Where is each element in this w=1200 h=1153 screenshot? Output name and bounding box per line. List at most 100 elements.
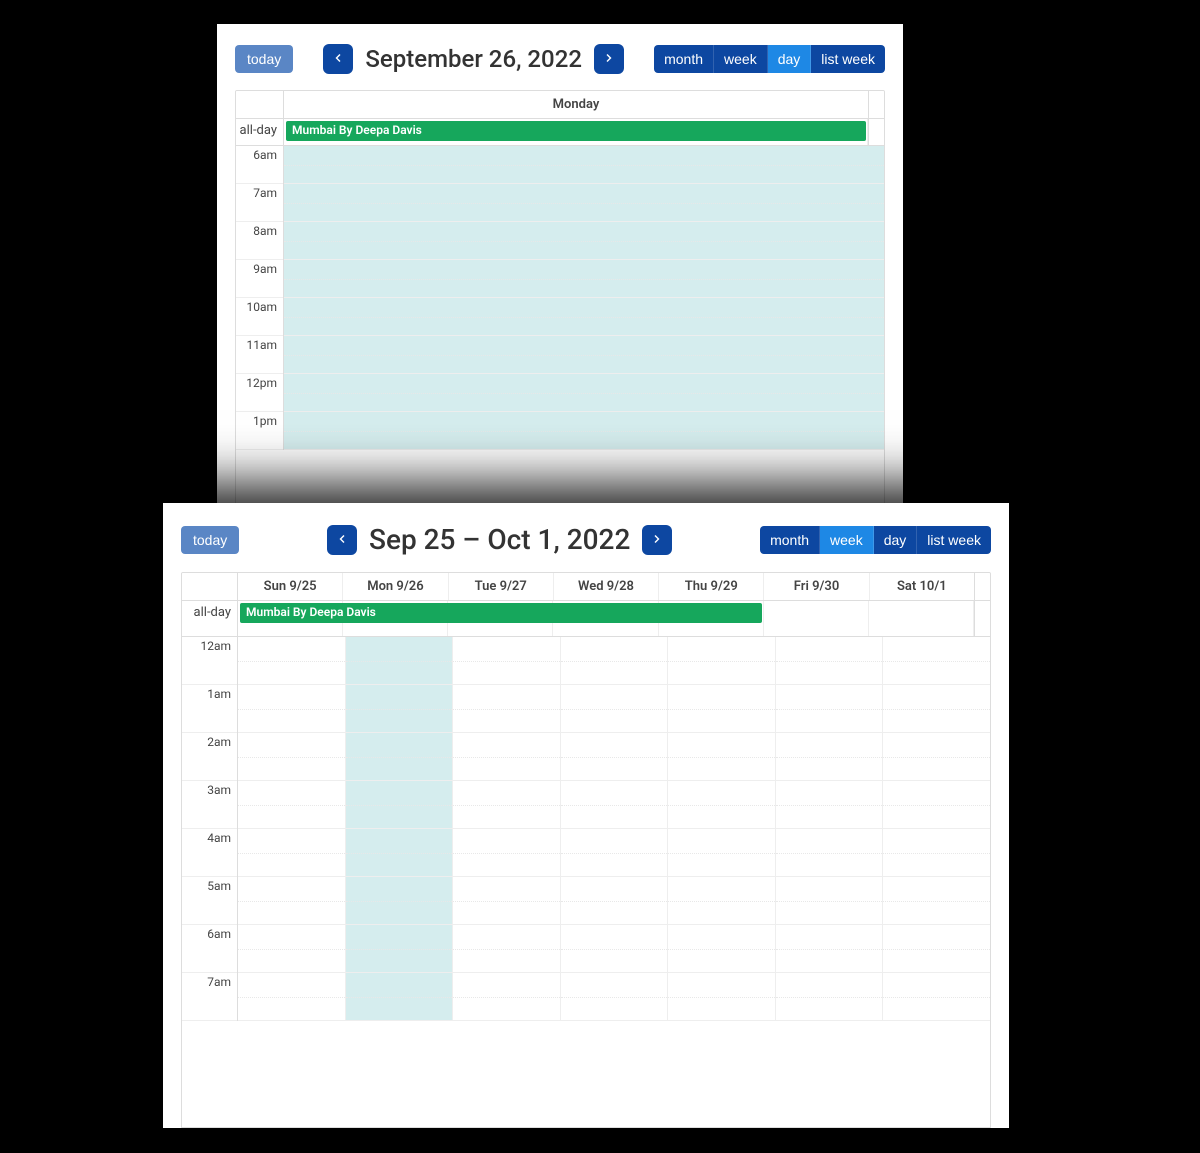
hour-row[interactable] (561, 733, 668, 781)
day-header[interactable]: Thu 9/29 (658, 573, 763, 600)
hour-row[interactable] (668, 733, 775, 781)
hour-row[interactable] (561, 877, 668, 925)
day-header[interactable]: Mon 9/26 (342, 573, 447, 600)
hour-row[interactable] (453, 781, 560, 829)
allday-event[interactable]: Mumbai By Deepa Davis (286, 121, 866, 141)
hour-row[interactable] (883, 925, 990, 973)
hour-row[interactable] (776, 637, 883, 685)
hour-row[interactable] (453, 685, 560, 733)
hour-row[interactable] (453, 877, 560, 925)
hour-row[interactable] (776, 733, 883, 781)
day-header[interactable]: Tue 9/27 (448, 573, 553, 600)
hour-row[interactable] (238, 781, 345, 829)
hour-row[interactable] (346, 925, 453, 973)
hour-row[interactable] (561, 973, 668, 1021)
hour-row[interactable] (238, 877, 345, 925)
allday-cell[interactable] (764, 601, 869, 636)
hour-row[interactable] (883, 733, 990, 781)
hour-row[interactable] (453, 925, 560, 973)
hour-row[interactable] (668, 973, 775, 1021)
hour-row[interactable] (238, 733, 345, 781)
day-header-monday[interactable]: Monday (284, 91, 868, 118)
hour-row[interactable] (453, 637, 560, 685)
day-column[interactable] (882, 637, 990, 1021)
hour-row[interactable] (238, 973, 345, 1021)
today-button[interactable]: today (235, 45, 293, 73)
hour-row[interactable] (284, 146, 884, 184)
hour-row[interactable] (776, 685, 883, 733)
hour-row[interactable] (284, 222, 884, 260)
next-button[interactable] (594, 44, 624, 74)
hour-row[interactable] (776, 781, 883, 829)
day-header[interactable]: Sun 9/25 (238, 573, 342, 600)
hour-row[interactable] (561, 685, 668, 733)
hour-row[interactable] (238, 829, 345, 877)
hour-row[interactable] (668, 781, 775, 829)
hour-row[interactable] (284, 298, 884, 336)
allday-cell[interactable] (869, 601, 974, 636)
hour-row[interactable] (883, 877, 990, 925)
hour-row[interactable] (284, 412, 884, 450)
hour-row[interactable] (284, 260, 884, 298)
day-column[interactable] (560, 637, 668, 1021)
hour-row[interactable] (668, 877, 775, 925)
hour-row[interactable] (346, 637, 453, 685)
hour-row[interactable] (238, 637, 345, 685)
hour-row[interactable] (453, 829, 560, 877)
view-week-button[interactable]: week (820, 526, 874, 554)
hour-row[interactable] (284, 336, 884, 374)
view-month-button[interactable]: month (760, 526, 820, 554)
hour-row[interactable] (238, 925, 345, 973)
day-header[interactable]: Wed 9/28 (553, 573, 658, 600)
prev-button[interactable] (323, 44, 353, 74)
day-column[interactable] (775, 637, 883, 1021)
hour-row[interactable] (883, 685, 990, 733)
view-day-button[interactable]: day (768, 45, 812, 73)
hour-row[interactable] (346, 733, 453, 781)
day-column[interactable] (238, 637, 345, 1021)
hour-row[interactable] (668, 685, 775, 733)
hour-row[interactable] (346, 973, 453, 1021)
hour-row[interactable] (776, 829, 883, 877)
hour-row[interactable] (561, 925, 668, 973)
hour-row[interactable] (346, 829, 453, 877)
hour-row[interactable] (883, 781, 990, 829)
hour-row[interactable] (561, 637, 668, 685)
hour-row[interactable] (668, 829, 775, 877)
allday-event[interactable]: Mumbai By Deepa Davis (240, 603, 762, 623)
prev-button[interactable] (327, 525, 357, 555)
next-button[interactable] (642, 525, 672, 555)
hour-row[interactable] (883, 637, 990, 685)
time-grid-scroll[interactable]: 12am1am2am3am4am5am6am7am (182, 637, 990, 1127)
day-column[interactable] (667, 637, 775, 1021)
hour-row[interactable] (284, 374, 884, 412)
view-week-button[interactable]: week (714, 45, 768, 73)
hour-row[interactable] (883, 829, 990, 877)
day-header[interactable]: Sat 10/1 (869, 573, 974, 600)
hour-row[interactable] (238, 685, 345, 733)
time-grid-scroll[interactable]: 6am7am8am9am10am11am12pm1pm (236, 146, 884, 521)
hour-row[interactable] (346, 781, 453, 829)
hour-row[interactable] (346, 877, 453, 925)
view-month-button[interactable]: month (654, 45, 714, 73)
hour-row[interactable] (776, 973, 883, 1021)
hour-row[interactable] (453, 733, 560, 781)
hour-row[interactable] (776, 877, 883, 925)
day-column[interactable] (452, 637, 560, 1021)
day-column[interactable] (284, 146, 884, 450)
hour-row[interactable] (346, 685, 453, 733)
view-list-week-button[interactable]: list week (811, 45, 885, 73)
hour-row[interactable] (561, 781, 668, 829)
view-list-week-button[interactable]: list week (917, 526, 991, 554)
view-day-button[interactable]: day (874, 526, 918, 554)
day-header[interactable]: Fri 9/30 (763, 573, 868, 600)
hour-row[interactable] (668, 637, 775, 685)
hour-row[interactable] (453, 973, 560, 1021)
today-button[interactable]: today (181, 526, 239, 554)
hour-row[interactable] (668, 925, 775, 973)
hour-row[interactable] (284, 184, 884, 222)
hour-row[interactable] (883, 973, 990, 1021)
hour-row[interactable] (776, 925, 883, 973)
day-column[interactable] (345, 637, 453, 1021)
hour-row[interactable] (561, 829, 668, 877)
